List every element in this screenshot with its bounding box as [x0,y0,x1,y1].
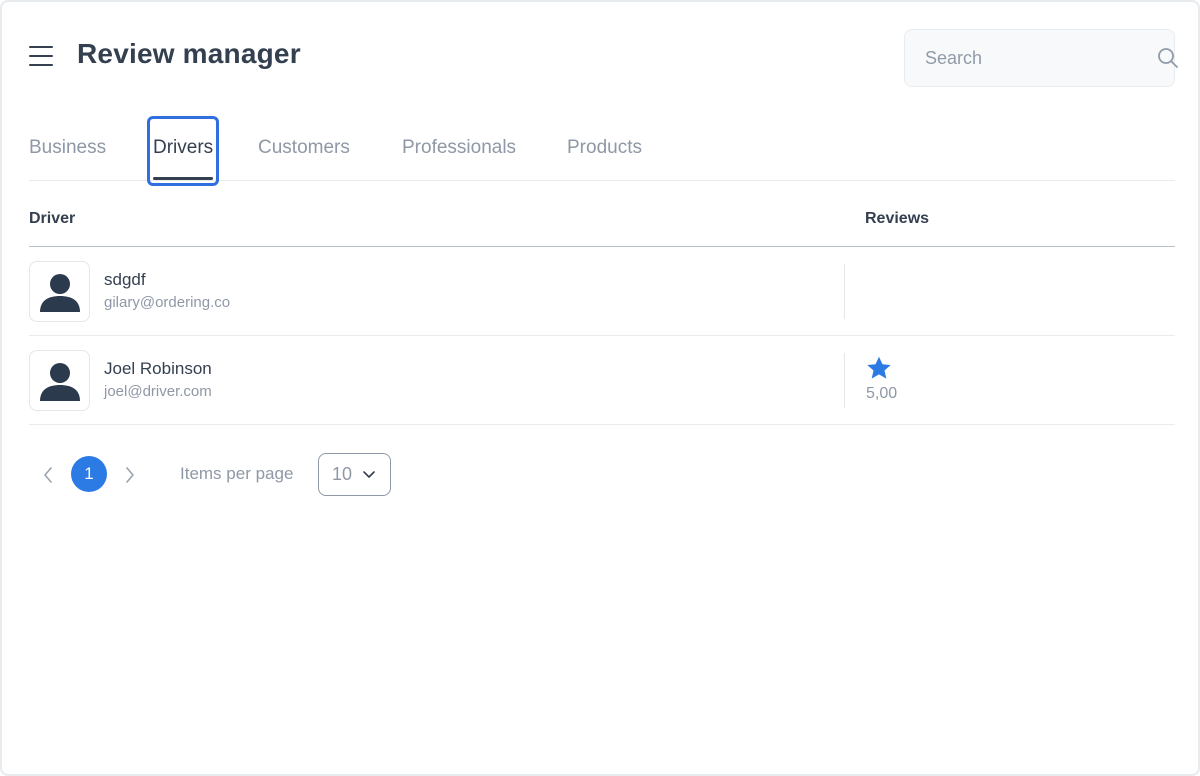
page-title: Review manager [77,38,301,69]
driver-email: joel@driver.com [104,383,212,400]
search-input[interactable] [925,47,1157,69]
tab-customers[interactable]: Customers [258,115,350,181]
tab-drivers[interactable]: Drivers [147,116,220,186]
table-row[interactable]: sdgdf gilary@ordering.co [29,247,1175,336]
active-tab-indicator [153,177,214,180]
chevron-left-icon[interactable] [38,463,58,487]
items-per-page-label: Items per page [180,464,294,483]
driver-email: gilary@ordering.co [104,294,231,311]
chevron-down-icon [363,471,375,478]
user-avatar-icon [39,273,80,312]
star-icon [867,356,891,379]
app-window: Review manager Business Drivers Customer… [0,0,1200,776]
driver-name: sdgdf [104,270,146,289]
items-per-page-select[interactable]: 10 [318,453,391,496]
table-row[interactable]: Joel Robinson joel@driver.com 5,00 [29,336,1175,425]
tab-business[interactable]: Business [29,115,106,181]
user-avatar-icon [39,362,80,401]
items-per-page-value: 10 [332,464,353,484]
search-box[interactable] [904,29,1178,87]
tab-products[interactable]: Products [567,115,642,181]
search-icon[interactable] [1157,46,1179,70]
column-divider [844,353,845,408]
tab-drivers-label: Drivers [153,137,214,158]
column-header-reviews: Reviews [865,210,930,227]
page-number-current[interactable]: 1 [71,456,107,492]
tab-bar: Business Drivers Customers Professionals… [29,115,1175,186]
column-divider [844,264,845,319]
tab-professionals[interactable]: Professionals [402,115,516,181]
avatar [29,350,90,411]
driver-name: Joel Robinson [104,359,212,378]
rating-value: 5,00 [866,385,898,402]
column-header-driver: Driver [29,210,76,227]
menu-icon[interactable] [29,46,55,70]
avatar [29,261,90,322]
chevron-right-icon[interactable] [120,463,140,487]
